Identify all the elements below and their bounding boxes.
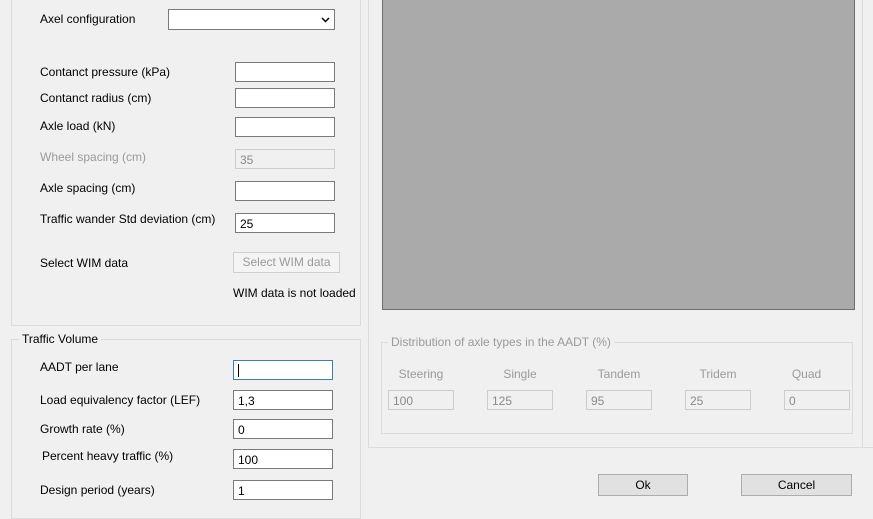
percent-heavy-input[interactable]: 100 [233,449,333,469]
tandem-input: 95 [586,390,652,410]
contact-pressure-input[interactable] [235,62,335,82]
wim-status-text: WIM data is not loaded [233,286,356,300]
traffic-wander-label: Traffic wander Std deviation (cm) [40,212,216,226]
chevron-down-icon [321,17,330,23]
aadt-input[interactable] [233,360,333,380]
single-input: 125 [487,390,553,410]
tridem-input: 25 [685,390,751,410]
cancel-button[interactable]: Cancel [741,474,852,496]
text-caret [238,364,239,377]
percent-heavy-label: Percent heavy traffic (%) [42,449,174,463]
growth-rate-label: Growth rate (%) [40,422,125,436]
tandem-label: Tandem [597,367,641,381]
steering-input: 100 [388,390,454,410]
distribution-group [381,342,853,434]
ok-button[interactable]: Ok [598,474,688,496]
axle-configuration-label: Axel configuration [40,12,136,26]
contact-pressure-label: Contanct pressure (kPa) [40,65,171,79]
tridem-label: Tridem [699,367,737,381]
contact-radius-input[interactable] [235,88,335,108]
wheel-spacing-input: 35 [235,149,335,169]
design-period-label: Design period (years) [40,483,155,497]
select-wim-label: Select WIM data [40,256,129,270]
axle-configuration-select[interactable] [168,9,335,30]
quad-input: 0 [784,390,850,410]
distribution-title: Distribution of axle types in the AADT (… [388,335,614,349]
steering-label: Steering [398,367,444,381]
single-label: Single [503,367,537,381]
axle-spacing-input[interactable] [235,181,335,201]
lef-label: Load equivalency factor (LEF) [40,393,201,407]
preview-panel [382,0,855,310]
contact-radius-label: Contanct radius (cm) [40,91,152,105]
axle-spacing-label: Axle spacing (cm) [40,181,136,195]
select-wim-button[interactable]: Select WIM data [233,252,340,273]
wheel-spacing-label: Wheel spacing (cm) [40,150,147,164]
traffic-volume-title: Traffic Volume [19,332,102,346]
design-period-input[interactable]: 1 [233,480,333,500]
right-panel-divider [368,0,369,447]
aadt-label: AADT per lane [40,360,119,374]
right-panel-edge [862,0,863,448]
quad-label: Quad [791,367,822,381]
growth-rate-input[interactable]: 0 [233,419,333,439]
right-panel-bottom-line [368,447,873,448]
lef-input[interactable]: 1,3 [233,390,333,410]
traffic-wander-input[interactable]: 25 [235,213,335,233]
axle-load-input[interactable] [235,117,335,137]
axle-load-label: Axle load (kN) [40,119,116,133]
